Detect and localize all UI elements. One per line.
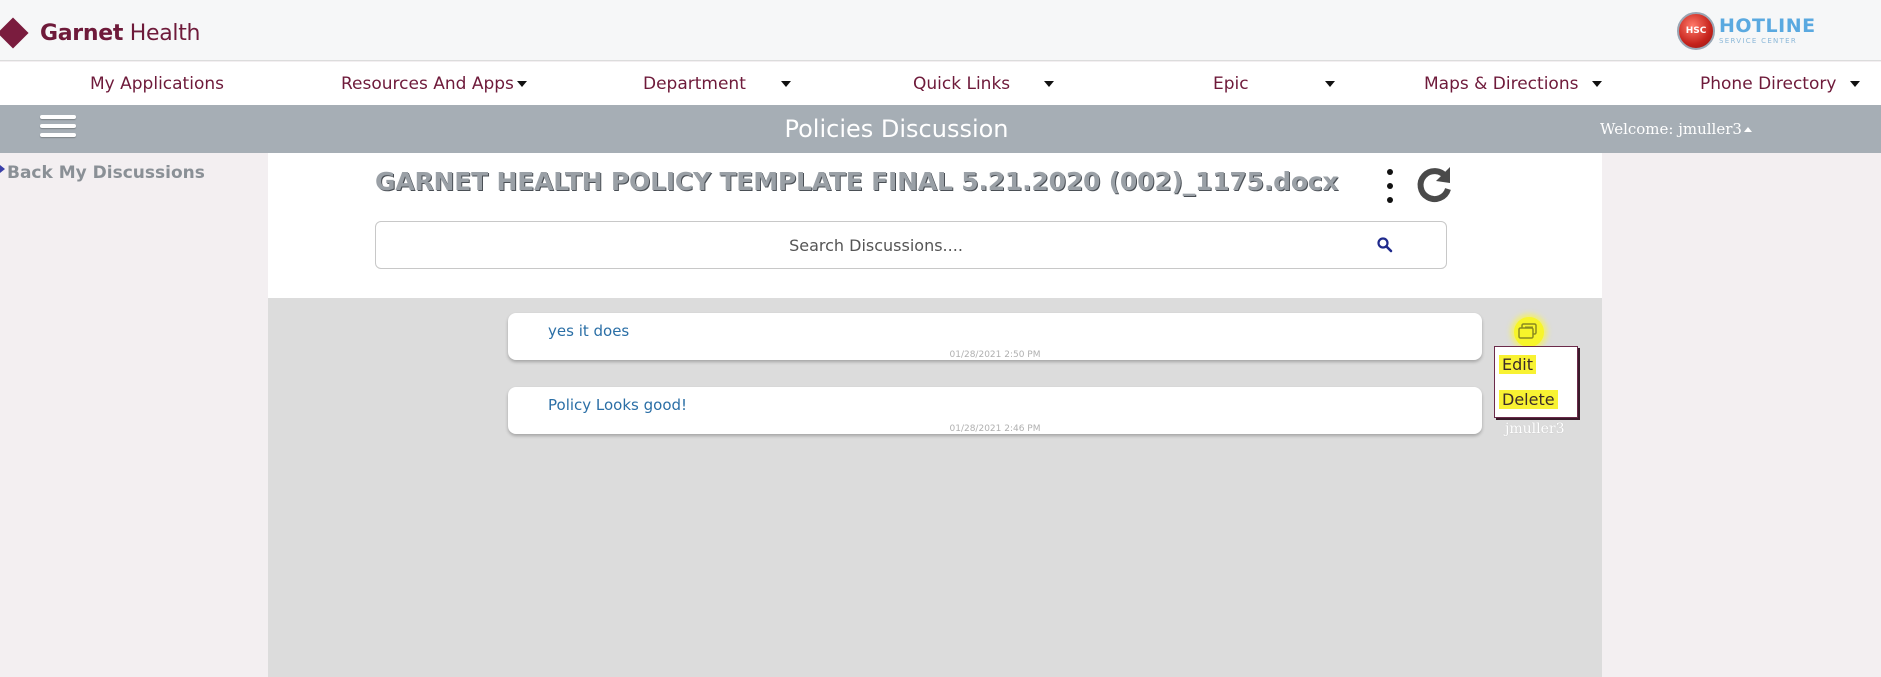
nav-department[interactable]: Department (643, 62, 791, 105)
discussion-panel: GARNET HEALTH POLICY TEMPLATE FINAL 5.21… (268, 153, 1602, 677)
search-box (375, 221, 1447, 269)
discussion-header: GARNET HEALTH POLICY TEMPLATE FINAL 5.21… (268, 153, 1602, 298)
document-title: GARNET HEALTH POLICY TEMPLATE FINAL 5.21… (375, 167, 1339, 196)
back-arrow-icon (0, 165, 5, 173)
nav-resources-and-apps[interactable]: Resources And Apps (341, 62, 527, 105)
nav-quick-links[interactable]: Quick Links (913, 62, 1055, 105)
garnet-diamond-icon (0, 17, 29, 49)
chevron-down-icon (1044, 80, 1055, 87)
message-timestamp: 01/28/2021 2:46 PM (949, 424, 1041, 434)
chevron-up-icon (1743, 126, 1752, 132)
brand-name: Garnet Health (40, 20, 201, 46)
hotline-logo[interactable]: HSC HOTLINE SERVICE CENTER (1677, 11, 1816, 51)
message-bubble[interactable]: Policy Looks good! 01/28/2021 2:46 PM (508, 387, 1482, 434)
main-nav: My Applications Resources And Apps Depar… (0, 62, 1881, 105)
welcome-user-menu[interactable]: Welcome: jmuller3 (1600, 105, 1752, 153)
more-options-icon[interactable] (1385, 169, 1395, 203)
chevron-down-icon (780, 80, 791, 87)
page-title: Policies Discussion (784, 115, 1009, 143)
delete-menu-item[interactable]: Delete (1499, 390, 1558, 409)
top-header: Garnet Health HSC HOTLINE SERVICE CENTER (0, 0, 1881, 61)
hsc-badge-icon: HSC (1677, 12, 1715, 50)
chevron-down-icon (1324, 80, 1335, 87)
chevron-down-icon (516, 80, 527, 87)
chat-bubble-icon[interactable] (1514, 317, 1544, 347)
title-bar: Policies Discussion Welcome: jmuller3 (0, 105, 1881, 153)
search-icon[interactable] (1376, 236, 1394, 254)
nav-my-applications[interactable]: My Applications (90, 62, 224, 105)
hotline-title: HOTLINE (1719, 15, 1816, 37)
nav-phone-directory[interactable]: Phone Directory (1700, 62, 1861, 105)
back-my-discussions-link[interactable]: Back My Discussions (0, 163, 205, 183)
chevron-down-icon (1850, 80, 1861, 87)
brand-logo[interactable]: Garnet Health (0, 17, 201, 49)
edit-menu-item[interactable]: Edit (1499, 355, 1536, 374)
message-text: yes it does (548, 322, 630, 340)
nav-epic[interactable]: Epic (1213, 62, 1335, 105)
message-author: jmuller3 (1505, 421, 1565, 437)
message-text: Policy Looks good! (548, 396, 688, 414)
message-bubble[interactable]: yes it does 01/28/2021 2:50 PM (508, 313, 1482, 360)
refresh-icon[interactable] (1412, 163, 1456, 207)
message-context-menu: Edit Delete (1494, 346, 1578, 418)
search-input[interactable] (376, 222, 1376, 268)
hotline-subtitle: SERVICE CENTER (1719, 37, 1798, 45)
chevron-down-icon (1592, 80, 1603, 87)
message-timestamp: 01/28/2021 2:50 PM (949, 350, 1041, 360)
nav-maps-and-directions[interactable]: Maps & Directions (1424, 62, 1603, 105)
